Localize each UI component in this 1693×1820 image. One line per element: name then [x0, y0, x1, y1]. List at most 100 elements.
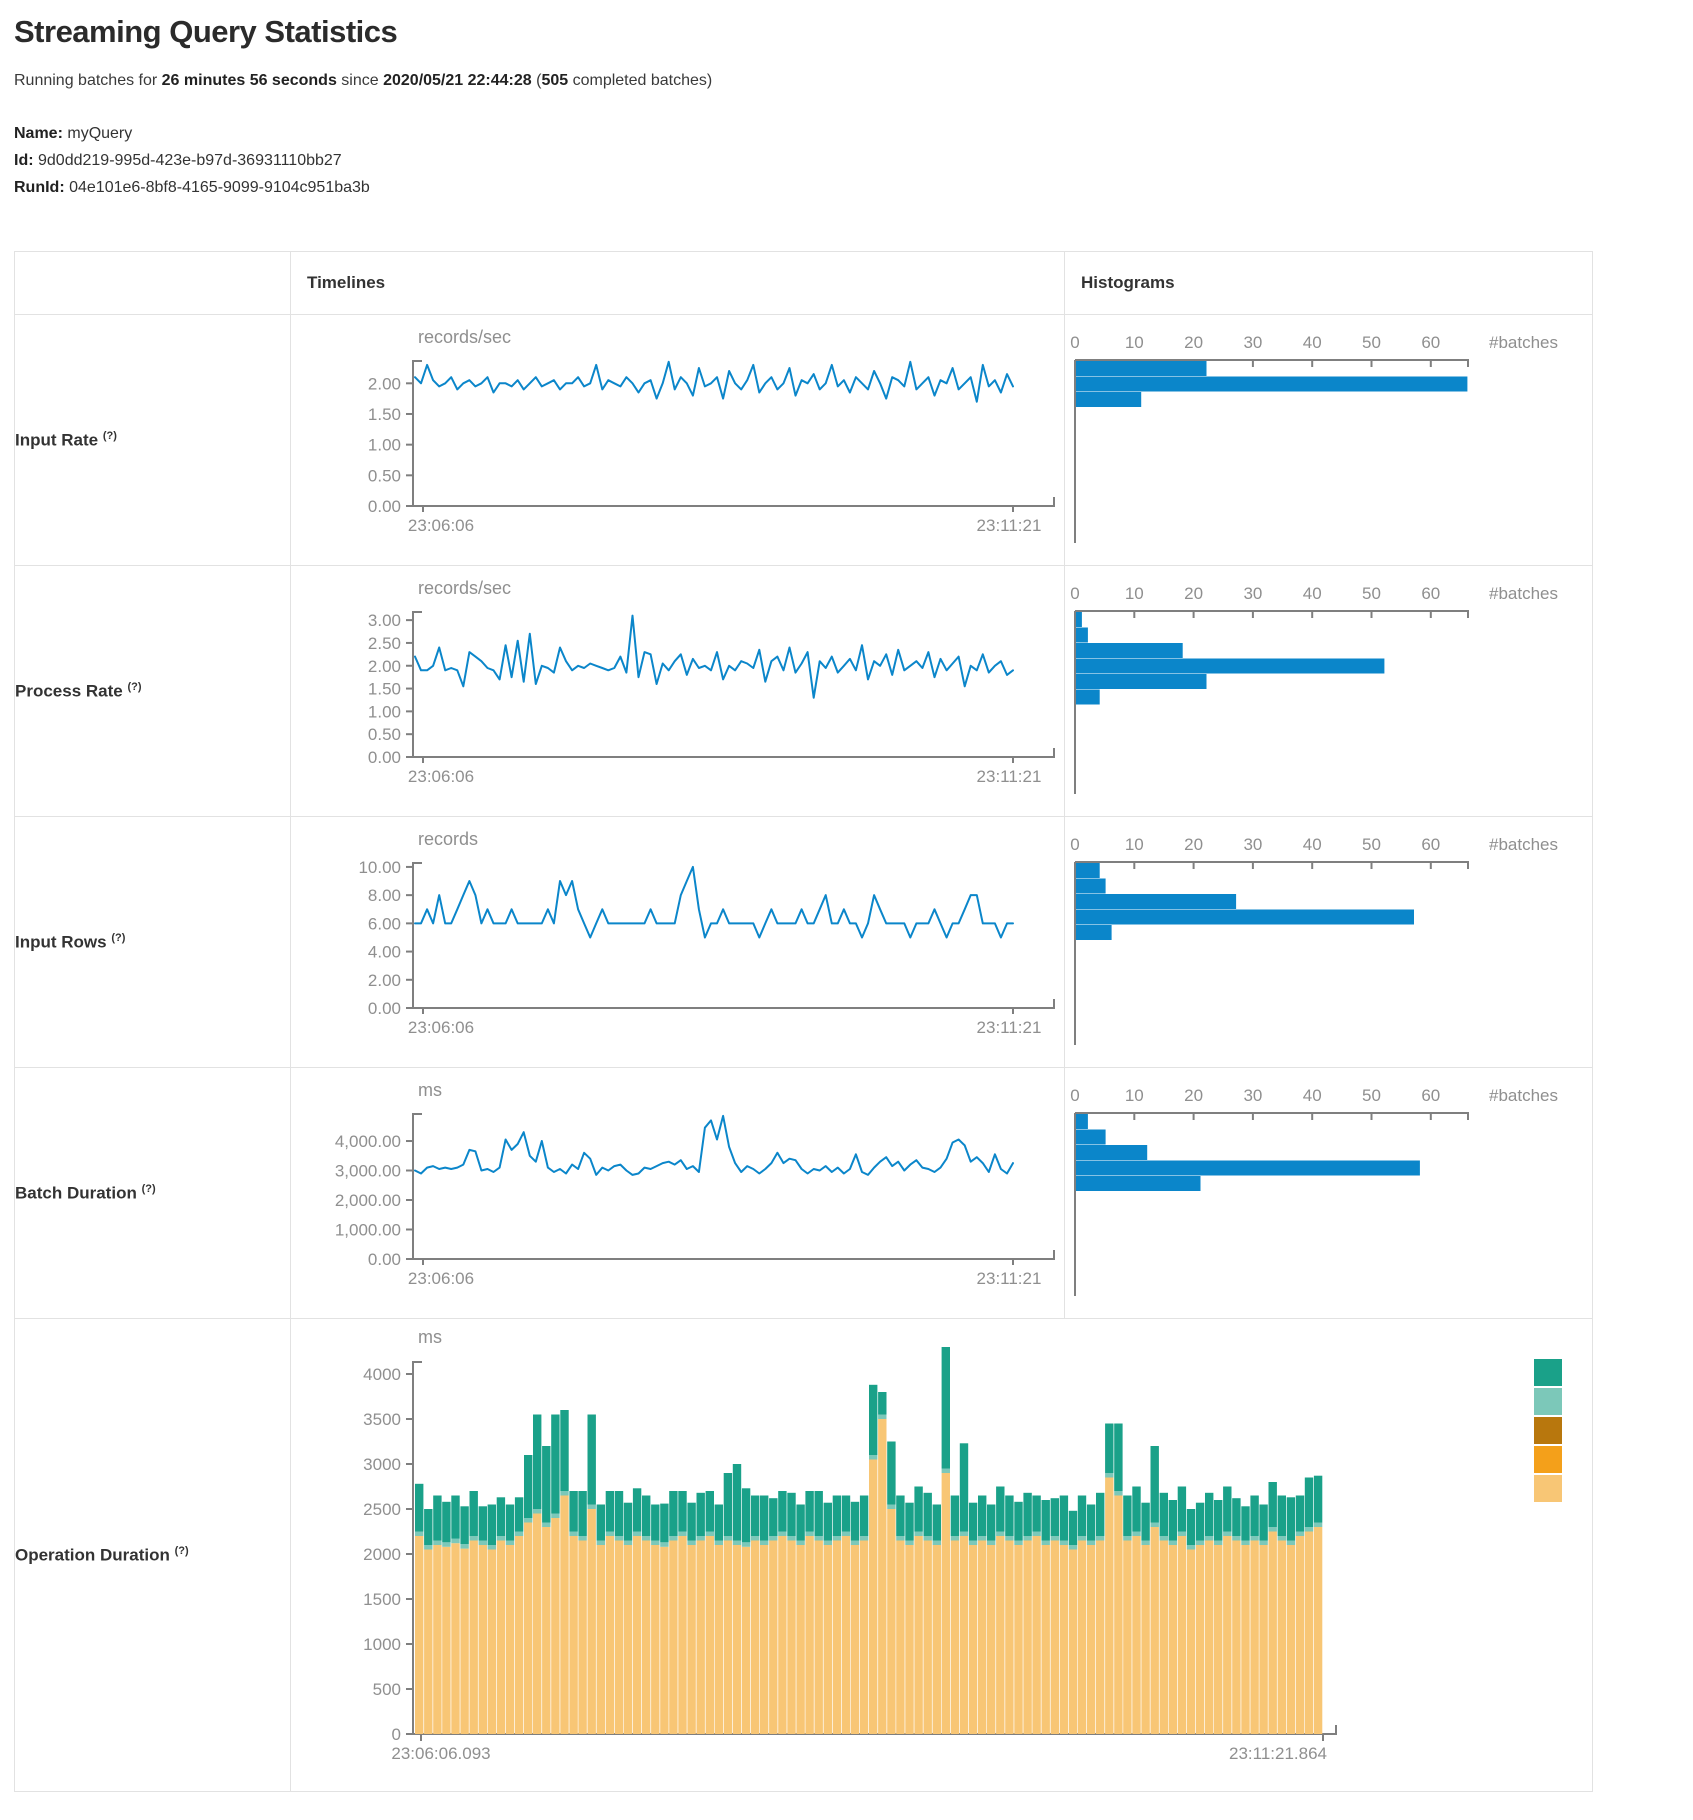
- svg-text:10: 10: [1125, 1086, 1144, 1105]
- batch-duration-histogram-chart: 0102030405060#batches: [1065, 1068, 1591, 1318]
- legend-swatch-4: [1534, 1475, 1562, 1502]
- table-row-process-rate: Process Rate (?) records/sec0.000.501.00…: [15, 566, 1593, 817]
- svg-text:23:11:21: 23:11:21: [977, 767, 1042, 786]
- svg-text:#batches: #batches: [1489, 835, 1558, 854]
- svg-text:1500: 1500: [363, 1590, 401, 1609]
- svg-text:23:06:06: 23:06:06: [408, 1018, 474, 1037]
- svg-text:50: 50: [1362, 1086, 1381, 1105]
- svg-text:0.00: 0.00: [368, 497, 401, 516]
- table-row-input-rate: Input Rate (?) records/sec0.000.501.001.…: [15, 315, 1593, 566]
- svg-text:60: 60: [1421, 1086, 1440, 1105]
- svg-text:0.00: 0.00: [368, 1250, 401, 1269]
- table-row-input-rows: Input Rows (?) records0.002.004.006.008.…: [15, 817, 1593, 1068]
- running-duration: 26 minutes 56 seconds: [162, 72, 337, 89]
- svg-text:2000: 2000: [363, 1545, 401, 1564]
- statistics-table: Timelines Histograms Input Rate (?) reco…: [14, 251, 1593, 1792]
- svg-text:23:11:21: 23:11:21: [977, 1269, 1042, 1288]
- row-label-batch-duration: Batch Duration (?): [15, 1068, 291, 1319]
- svg-text:0.00: 0.00: [368, 748, 401, 767]
- input-rate-timeline-chart: records/sec0.000.501.001.502.0023:06:062…: [291, 315, 1063, 565]
- completed-batches-count: 505: [541, 72, 568, 89]
- since-text: since: [337, 72, 383, 89]
- svg-text:0.00: 0.00: [368, 999, 401, 1018]
- query-meta: Name: myQuery Id: 9d0dd219-995d-423e-b97…: [14, 120, 1693, 201]
- name-value: myQuery: [67, 125, 132, 142]
- svg-text:23:11:21: 23:11:21: [977, 1018, 1042, 1037]
- process-rate-help-icon[interactable]: (?): [127, 681, 141, 693]
- table-row-batch-duration: Batch Duration (?) ms0.001,000.002,000.0…: [15, 1068, 1593, 1319]
- svg-text:3.00: 3.00: [368, 611, 401, 630]
- svg-text:records/sec: records/sec: [418, 578, 511, 598]
- id-value: 9d0dd219-995d-423e-b97d-36931110bb27: [38, 152, 342, 169]
- runid-value: 04e101e6-8bf8-4165-9099-9104c951ba3b: [69, 179, 370, 196]
- svg-text:#batches: #batches: [1489, 584, 1558, 603]
- svg-text:10.00: 10.00: [358, 858, 401, 877]
- svg-text:40: 40: [1303, 584, 1322, 603]
- svg-text:40: 40: [1303, 1086, 1322, 1105]
- svg-text:30: 30: [1243, 835, 1262, 854]
- svg-text:20: 20: [1184, 1086, 1203, 1105]
- runid-label: RunId:: [14, 179, 65, 196]
- process-rate-histogram-chart: 0102030405060#batches: [1065, 566, 1591, 816]
- header-timelines: Timelines: [291, 252, 1065, 315]
- running-batches-summary: Running batches for 26 minutes 56 second…: [14, 72, 1693, 90]
- svg-text:40: 40: [1303, 333, 1322, 352]
- svg-text:0: 0: [1070, 835, 1079, 854]
- table-header-row: Timelines Histograms: [15, 252, 1593, 315]
- row-label-input-rows: Input Rows (?): [15, 817, 291, 1068]
- svg-text:#batches: #batches: [1489, 1086, 1558, 1105]
- input-rate-histogram-chart: 0102030405060#batches: [1065, 315, 1591, 565]
- input-rows-timeline-chart: records0.002.004.006.008.0010.0023:06:06…: [291, 817, 1063, 1067]
- svg-text:500: 500: [373, 1680, 401, 1699]
- svg-text:1.50: 1.50: [368, 405, 401, 424]
- svg-text:8.00: 8.00: [368, 886, 401, 905]
- row-label-process-rate: Process Rate (?): [15, 566, 291, 817]
- svg-text:4,000.00: 4,000.00: [335, 1132, 401, 1151]
- start-time: 2020/05/21 22:44:28: [383, 72, 532, 89]
- svg-text:60: 60: [1421, 333, 1440, 352]
- svg-text:10: 10: [1125, 333, 1144, 352]
- svg-text:20: 20: [1184, 835, 1203, 854]
- svg-text:23:11:21: 23:11:21: [977, 516, 1042, 535]
- name-label: Name:: [14, 125, 63, 142]
- query-name-line: Name: myQuery: [14, 120, 1693, 147]
- svg-text:20: 20: [1184, 333, 1203, 352]
- legend-swatch-3: [1534, 1446, 1562, 1473]
- svg-text:60: 60: [1421, 584, 1440, 603]
- svg-text:23:06:06: 23:06:06: [408, 767, 474, 786]
- svg-text:30: 30: [1243, 584, 1262, 603]
- svg-text:#batches: #batches: [1489, 333, 1558, 352]
- process-rate-timeline-chart: records/sec0.000.501.001.502.002.503.002…: [291, 566, 1063, 816]
- svg-text:40: 40: [1303, 835, 1322, 854]
- row-label-operation-duration: Operation Duration (?): [15, 1319, 291, 1792]
- svg-text:2500: 2500: [363, 1500, 401, 1519]
- svg-text:23:06:06.093: 23:06:06.093: [391, 1744, 490, 1763]
- svg-text:records: records: [418, 829, 478, 849]
- operation-duration-stacked-chart: ms0500100015002000250030003500400023:06:…: [291, 1319, 1591, 1791]
- batch-duration-help-icon[interactable]: (?): [142, 1183, 156, 1195]
- svg-text:23:06:06: 23:06:06: [408, 1269, 474, 1288]
- batches-suffix: completed batches): [568, 72, 712, 89]
- paren-open: (: [532, 72, 542, 89]
- svg-text:4.00: 4.00: [368, 943, 401, 962]
- svg-text:30: 30: [1243, 333, 1262, 352]
- svg-text:1000: 1000: [363, 1635, 401, 1654]
- table-row-operation-duration: Operation Duration (?) ms050010001500200…: [15, 1319, 1593, 1792]
- input-rate-help-icon[interactable]: (?): [103, 430, 117, 442]
- svg-text:10: 10: [1125, 584, 1144, 603]
- header-histograms: Histograms: [1065, 252, 1593, 315]
- svg-text:2.50: 2.50: [368, 634, 401, 653]
- svg-text:23:11:21.864: 23:11:21.864: [1229, 1744, 1327, 1763]
- svg-text:50: 50: [1362, 584, 1381, 603]
- svg-text:1,000.00: 1,000.00: [335, 1221, 401, 1240]
- input-rows-help-icon[interactable]: (?): [111, 932, 125, 944]
- running-prefix: Running batches for: [14, 72, 162, 89]
- streaming-query-statistics-page: Streaming Query Statistics Running batch…: [0, 0, 1693, 1792]
- operation-duration-help-icon[interactable]: (?): [175, 1545, 189, 1557]
- svg-text:3,000.00: 3,000.00: [335, 1162, 401, 1181]
- svg-text:30: 30: [1243, 1086, 1262, 1105]
- svg-text:2,000.00: 2,000.00: [335, 1191, 401, 1210]
- svg-text:ms: ms: [418, 1327, 442, 1347]
- svg-text:0.50: 0.50: [368, 466, 401, 485]
- svg-text:60: 60: [1421, 835, 1440, 854]
